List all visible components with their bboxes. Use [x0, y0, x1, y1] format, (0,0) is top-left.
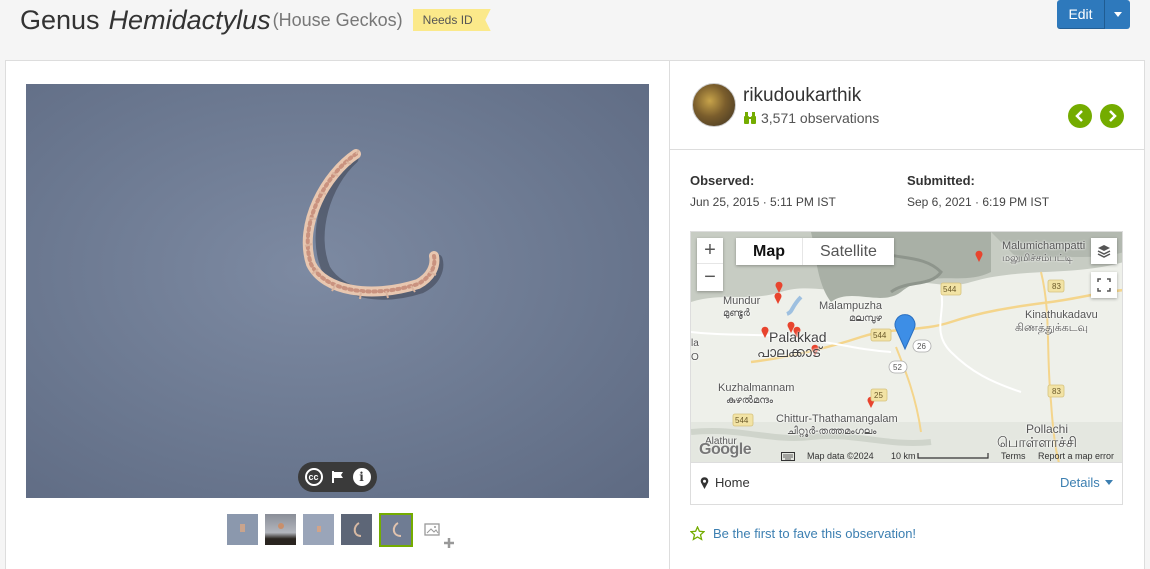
road-544-a: 544 — [943, 285, 957, 294]
previous-observation-button[interactable] — [1068, 104, 1092, 128]
taxon-rank: Genus — [20, 4, 100, 35]
chevron-right-icon — [1109, 110, 1117, 122]
submitted-value: Sep 6, 2021 · 6:19 PM IST — [907, 195, 1050, 209]
user-avatar[interactable] — [692, 83, 736, 127]
map-report-link[interactable]: Report a map error — [1038, 451, 1114, 461]
map-label-malampuzha: Malampuzha — [819, 300, 882, 312]
map-label-palakkad-ml: പാലക്കാട് — [757, 344, 822, 360]
add-photo-icon[interactable] — [424, 521, 458, 551]
caret-down-icon — [1104, 480, 1113, 485]
fave-label[interactable]: Be the first to fave this observation! — [713, 526, 916, 541]
map-label-chittur: Chittur-Thathamangalam — [776, 413, 898, 425]
map-label-kinathukadavu: Kinathukadavu — [1025, 309, 1098, 321]
keyboard-icon[interactable] — [781, 451, 795, 461]
observation-map[interactable]: 544 83 544 26 52 25 544 83 Malumichampat… — [690, 231, 1123, 462]
map-label-chittur-ml: ചിറ്റൂർ-തത്തമംഗലം — [787, 426, 877, 437]
map-label-malumichampatti: Malumichampatti — [1002, 240, 1086, 252]
chevron-left-icon — [1075, 110, 1083, 122]
photo-thumbnail-selected[interactable] — [379, 513, 413, 547]
map-label-malampuzha-ml: മലമ്പുഴ — [849, 313, 882, 324]
map-type-satellite-button[interactable]: Satellite — [802, 238, 894, 265]
next-observation-button[interactable] — [1100, 104, 1124, 128]
map-label-malumichampatti-ta: மலுமிச்சம்பட்டி — [1002, 253, 1073, 264]
thumbnail-image — [317, 526, 321, 532]
road-544-c: 544 — [735, 416, 749, 425]
flag-icon[interactable] — [331, 470, 345, 484]
info-icon[interactable]: i — [352, 468, 371, 486]
observed-date: Observed: Jun 25, 2015 · 5:11 PM IST — [690, 173, 836, 209]
map-layers-button[interactable] — [1091, 238, 1117, 264]
map-label-kuzhalmannam-ml: കുഴൽമന്ദം — [726, 395, 774, 406]
photo-thumbnail[interactable] — [341, 514, 372, 545]
photo-thumbnail[interactable] — [265, 514, 296, 545]
road-26: 26 — [917, 342, 926, 351]
fullscreen-icon — [1097, 278, 1111, 292]
observation-navigation — [1068, 104, 1124, 128]
map-type-control: Map Satellite — [736, 238, 894, 265]
edit-dropdown-toggle[interactable] — [1104, 0, 1130, 29]
details-label: Details — [1060, 475, 1100, 490]
observation-photo[interactable] — [26, 84, 649, 498]
map-label-mundur: Mundur — [723, 295, 761, 307]
place-guess: Home — [700, 475, 750, 490]
zoom-in-button[interactable]: + — [697, 238, 723, 264]
map-scale-bar — [917, 453, 989, 459]
observed-value: Jun 25, 2015 · 5:11 PM IST — [690, 195, 836, 209]
map-footer — [690, 462, 1123, 505]
map-label-edge-la: la — [691, 338, 699, 349]
taxon-common-name: (House Geckos) — [272, 9, 403, 30]
edit-button-group: Edit — [1057, 0, 1130, 29]
map-pin-icon — [700, 476, 709, 489]
thumbnail-image — [240, 524, 245, 532]
road-544-b: 544 — [873, 331, 887, 340]
photo-thumbnail[interactable] — [303, 514, 334, 545]
taxon-name[interactable]: Hemidactylus — [109, 5, 271, 36]
map-data-label: Map data ©2024 — [807, 451, 874, 461]
edit-button[interactable]: Edit — [1057, 0, 1104, 29]
map-label-mundur-ml: മുണ്ടൂർ — [723, 308, 750, 319]
section-divider — [670, 149, 1145, 150]
map-type-map-button[interactable]: Map — [736, 238, 802, 265]
caret-down-icon — [1113, 12, 1122, 17]
place-guess-label: Home — [715, 475, 750, 490]
user-meta: rikudoukarthik 3,571 observations — [743, 85, 879, 126]
photo-controls: cc i — [298, 462, 377, 492]
map-label-edge-o: O — [691, 352, 699, 363]
map-label-kinathukadavu-ta: கிணத்துக்கடவு — [1015, 322, 1089, 334]
map-attribution: Map data ©2024 10 km Terms Report a map … — [691, 450, 1122, 462]
binoculars-icon — [744, 111, 756, 124]
quality-grade-badge: Needs ID — [412, 9, 491, 31]
cc-license-icon[interactable]: cc — [304, 468, 323, 486]
observation-header: Genus Hemidactylus (House Geckos) Needs … — [20, 0, 491, 40]
submitted-label: Submitted: — [907, 173, 975, 188]
gecko-shed-skin-image — [302, 149, 444, 300]
thumbnail-image — [392, 522, 402, 537]
road-83-a: 83 — [1052, 282, 1061, 291]
map-fullscreen-button[interactable] — [1091, 272, 1117, 298]
zoom-out-button[interactable]: − — [697, 264, 723, 290]
observer-info: rikudoukarthik 3,571 observations — [692, 83, 879, 127]
column-divider — [669, 61, 670, 569]
observation-count-label: 3,571 observations — [761, 109, 880, 126]
layers-icon — [1097, 245, 1111, 258]
thumbnail-image — [353, 522, 362, 537]
fave-row[interactable]: Be the first to fave this observation! — [690, 526, 916, 541]
star-icon[interactable] — [690, 526, 705, 541]
road-25: 25 — [874, 391, 883, 400]
map-label-palakkad: Palakkad — [769, 329, 827, 345]
road-52: 52 — [893, 363, 902, 372]
map-zoom-control: + − — [697, 238, 723, 291]
observed-label: Observed: — [690, 173, 755, 188]
map-details-link[interactable]: Details — [1060, 475, 1113, 490]
map-scale-label: 10 km — [891, 451, 916, 461]
photo-thumbnails — [227, 513, 413, 547]
map-terms-link[interactable]: Terms — [1001, 451, 1026, 461]
observation-count[interactable]: 3,571 observations — [743, 110, 879, 126]
photo-thumbnail[interactable] — [227, 514, 258, 545]
thumbnail-image — [278, 523, 284, 529]
road-83-b: 83 — [1052, 387, 1061, 396]
submitted-date: Submitted: Sep 6, 2021 · 6:19 PM IST — [907, 173, 1049, 209]
map-label-kuzhalmannam: Kuzhalmannam — [718, 382, 795, 394]
username-link[interactable]: rikudoukarthik — [743, 85, 879, 107]
